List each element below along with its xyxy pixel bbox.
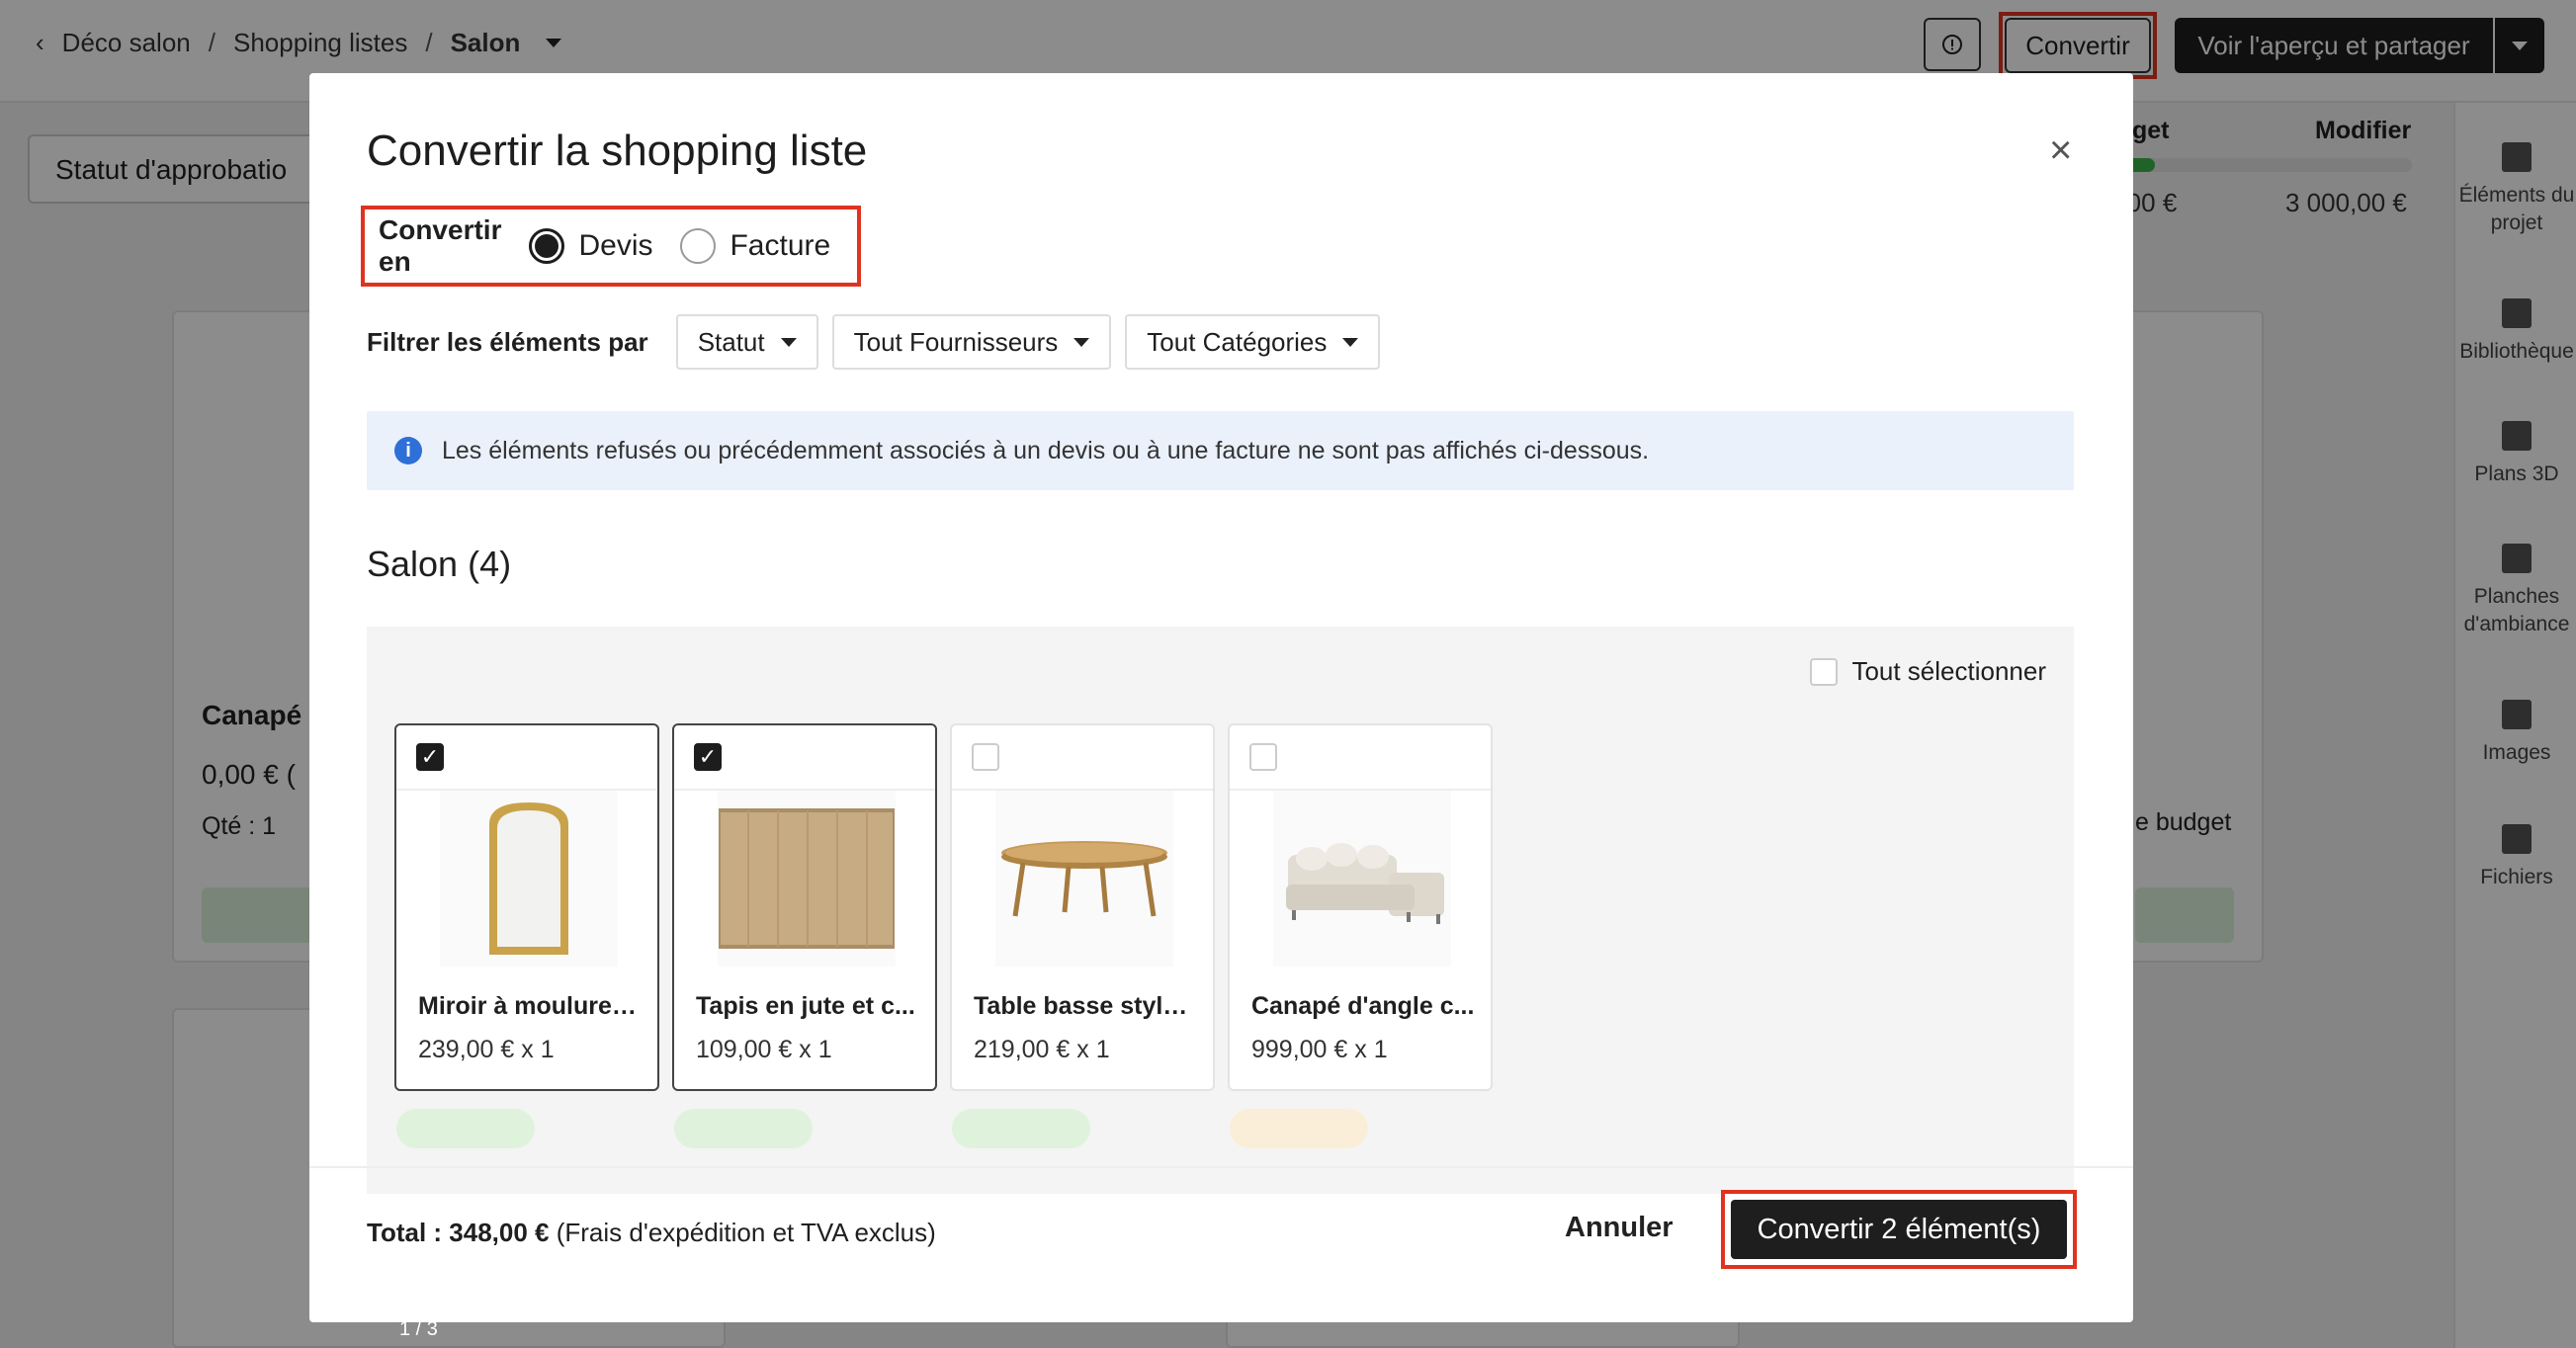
item-image (718, 791, 896, 967)
info-notice-text: Les éléments refusés ou précédemment ass… (442, 436, 1650, 464)
item-card[interactable]: ✓ Miroir à moulures... 239,00 € x 1 (394, 723, 659, 1091)
status-badge (1230, 1109, 1368, 1148)
item-checkbox[interactable]: ✓ (416, 743, 444, 771)
mirror-image (489, 802, 568, 955)
item-checkbox[interactable] (972, 743, 999, 771)
items-list: Tout sélectionner ✓ Miroir à moulures...… (367, 627, 2074, 1194)
close-icon[interactable]: × (2049, 128, 2072, 173)
cancel-button[interactable]: Annuler (1565, 1212, 1674, 1244)
radio-devis[interactable]: Devis (529, 228, 652, 264)
select-all-checkbox[interactable] (1810, 657, 1839, 686)
sofa-image (1286, 843, 1444, 924)
item-image (1273, 791, 1451, 967)
item-price: 219,00 € x 1 (974, 1036, 1110, 1063)
item-checkbox[interactable] (1249, 743, 1277, 771)
filter-label: Filtrer les éléments par (367, 326, 648, 357)
modal-title: Convertir la shopping liste (367, 126, 868, 175)
chevron-down-icon (780, 337, 797, 347)
status-badge (952, 1109, 1090, 1148)
chevron-down-icon (1342, 337, 1359, 347)
filter-row: Filtrer les éléments par Statut Tout Fou… (367, 314, 1381, 370)
coffee-table-image (1001, 841, 1167, 917)
filter-suppliers-select[interactable]: Tout Fournisseurs (831, 314, 1112, 370)
item-name: Canapé d'angle c... (1251, 992, 1475, 1020)
item-image (440, 791, 618, 967)
background-pager: 1 / 3 (399, 1318, 438, 1340)
convert-type-label: Convertir en (379, 214, 502, 277)
select-all[interactable]: Tout sélectionner (1810, 656, 2046, 687)
item-card[interactable]: Table basse style ... 219,00 € x 1 (950, 723, 1215, 1091)
info-notice: i Les éléments refusés ou précédemment a… (367, 411, 2074, 490)
filter-suppliers-value: Tout Fournisseurs (853, 326, 1059, 357)
total-summary: Total : 348,00 € (Frais d'expédition et … (367, 1218, 936, 1248)
submit-button-highlight: Convertir 2 élément(s) (1721, 1190, 2077, 1269)
item-card[interactable]: Canapé d'angle c... 999,00 € x 1 (1228, 723, 1493, 1091)
item-name: Table basse style ... (974, 992, 1201, 1020)
total-note: (Frais d'expédition et TVA exclus) (556, 1218, 936, 1247)
filter-categories-select[interactable]: Tout Catégories (1125, 314, 1381, 370)
radio-facture[interactable]: Facture (680, 228, 830, 264)
item-card[interactable]: ✓ Tapis en jute et c... 109,00 € x 1 (672, 723, 937, 1091)
section-title: Salon (4) (367, 544, 512, 584)
radio-selected-icon (529, 228, 565, 264)
chevron-down-icon (1073, 337, 1090, 347)
status-badge (674, 1109, 813, 1148)
select-all-label: Tout sélectionner (1851, 656, 2046, 686)
filter-categories-value: Tout Catégories (1147, 326, 1328, 357)
item-image (995, 791, 1173, 967)
item-checkbox[interactable]: ✓ (694, 743, 722, 771)
item-name: Tapis en jute et c... (696, 992, 915, 1020)
radio-unselected-icon (680, 228, 717, 264)
convert-items-button[interactable]: Convertir 2 élément(s) (1731, 1200, 2067, 1259)
status-badge (396, 1109, 535, 1148)
rug-image (719, 808, 895, 949)
item-price: 109,00 € x 1 (696, 1036, 832, 1063)
filter-status-select[interactable]: Statut (675, 314, 818, 370)
item-price: 239,00 € x 1 (418, 1036, 555, 1063)
radio-facture-label: Facture (730, 229, 831, 262)
footer-divider (309, 1166, 2133, 1168)
convert-type-group: Convertir en Devis Facture (361, 206, 861, 287)
radio-devis-label: Devis (578, 229, 653, 262)
item-price: 999,00 € x 1 (1251, 1036, 1388, 1063)
filter-status-value: Statut (697, 326, 765, 357)
info-icon: i (394, 437, 422, 464)
item-name: Miroir à moulures... (418, 992, 645, 1020)
total-amount: Total : 348,00 € (367, 1218, 550, 1247)
convert-modal: Convertir la shopping liste × Convertir … (309, 73, 2133, 1322)
